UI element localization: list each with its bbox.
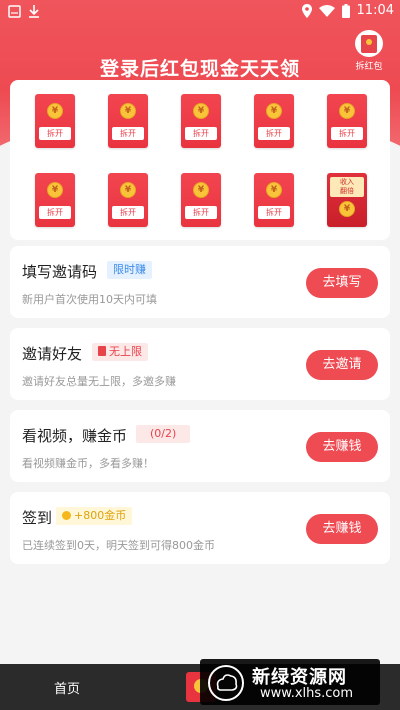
coin-icon: ¥ <box>120 182 136 198</box>
task-badge-label: 无上限 <box>109 345 142 358</box>
red-packet[interactable]: ¥ 拆开 <box>254 173 294 227</box>
page-title: 登录后红包现金天天领 <box>99 58 300 80</box>
packet-row-1: ¥ 拆开 ¥ 拆开 ¥ 拆开 ¥ 拆开 ¥ 拆开 <box>10 94 390 154</box>
open-red-packet-label: 拆红包 <box>355 62 383 72</box>
task-title: 填写邀请码 <box>22 263 98 281</box>
red-packet-double-income[interactable]: 收入 翻倍 ¥ <box>327 173 367 227</box>
task-description: 邀请好友总量无上限，多邀多赚 <box>22 375 176 388</box>
coin-icon: ¥ <box>339 201 355 217</box>
red-packet[interactable]: ¥ 拆开 <box>327 94 367 148</box>
location-icon <box>301 3 312 18</box>
task-progress-badge: (0/2) <box>136 425 191 443</box>
fill-invite-code-button[interactable]: 去填写 <box>306 268 378 298</box>
red-packet[interactable]: ¥ 拆开 <box>181 173 221 227</box>
packet-row-2: ¥ 拆开 ¥ 拆开 ¥ 拆开 ¥ 拆开 收入 翻倍 ¥ <box>10 173 390 233</box>
wifi-icon <box>318 4 335 17</box>
task-description: 已连续签到0天，明天签到可得800金币 <box>22 539 215 552</box>
open-label: 拆开 <box>258 127 290 140</box>
status-icons-right: 11:04 <box>301 3 394 18</box>
open-label: 拆开 <box>112 127 144 140</box>
task-description: 看视频赚金币，多看多赚！ <box>22 457 154 470</box>
open-label: 拆开 <box>39 206 71 219</box>
watermark-logo <box>208 665 244 701</box>
open-label: 拆开 <box>331 127 363 140</box>
red-packet[interactable]: ¥ 拆开 <box>181 94 221 148</box>
task-card-invite-code: 填写邀请码 限时赚 新用户首次使用10天内可填 去填写 <box>10 246 390 318</box>
task-title: 邀请好友 <box>22 345 83 363</box>
watch-video-button[interactable]: 去赚钱 <box>306 432 378 462</box>
open-label: 拆开 <box>39 127 71 140</box>
gold-coin-icon <box>62 511 71 520</box>
task-title: 看视频，赚金币 <box>22 427 128 445</box>
double-income-tag: 收入 翻倍 <box>330 177 364 197</box>
coin-icon: ¥ <box>266 182 282 198</box>
coin-icon: ¥ <box>193 103 209 119</box>
task-badge: 无上限 <box>92 343 148 361</box>
task-badge-label: +800金币 <box>74 509 127 522</box>
notification-icons <box>8 5 39 18</box>
open-label: 拆开 <box>258 206 290 219</box>
watermark: 新绿资源网 www.xlhs.com <box>200 659 380 705</box>
red-packet-grid: ¥ 拆开 ¥ 拆开 ¥ 拆开 ¥ 拆开 ¥ 拆开 ¥ 拆开 ¥ 拆开 ¥ 拆开 … <box>10 80 390 240</box>
battery-icon <box>341 3 350 18</box>
coin-icon: ¥ <box>266 103 282 119</box>
coin-icon: ¥ <box>47 182 63 198</box>
watermark-url: www.xlhs.com <box>260 686 354 701</box>
red-packet[interactable]: ¥ 拆开 <box>35 94 75 148</box>
open-label: 拆开 <box>185 127 217 140</box>
checkin-button[interactable]: 去赚钱 <box>306 514 378 544</box>
status-time: 11:04 <box>356 3 394 18</box>
task-description: 新用户首次使用10天内可填 <box>22 293 157 306</box>
red-envelope-icon <box>355 30 383 57</box>
red-packet[interactable]: ¥ 拆开 <box>35 173 75 227</box>
status-icons-left <box>8 4 42 24</box>
task-card-checkin: 签到 +800金币 已连续签到0天，明天签到可得800金币 去赚钱 <box>10 492 390 564</box>
task-card-invite-friends: 邀请好友 无上限 邀请好友总量无上限，多邀多赚 去邀请 <box>10 328 390 400</box>
task-title: 签到 <box>22 509 53 527</box>
open-label: 拆开 <box>112 206 144 219</box>
coin-icon: ¥ <box>120 103 136 119</box>
coin-icon: ¥ <box>193 182 209 198</box>
red-packet[interactable]: ¥ 拆开 <box>254 94 294 148</box>
task-card-watch-video: 看视频，赚金币 (0/2) 看视频赚金币，多看多赚！ 去赚钱 <box>10 410 390 482</box>
coin-icon: ¥ <box>339 103 355 119</box>
task-badge: 限时赚 <box>107 261 152 279</box>
coin-icon: ¥ <box>47 103 63 119</box>
red-envelope-icon <box>98 346 106 356</box>
red-packet[interactable]: ¥ 拆开 <box>108 173 148 227</box>
status-bar: 11:04 <box>0 0 400 24</box>
invite-friends-button[interactable]: 去邀请 <box>306 350 378 380</box>
nav-home[interactable]: 首页 <box>54 678 80 697</box>
open-red-packet-button[interactable]: 拆红包 <box>352 30 386 72</box>
red-packet[interactable]: ¥ 拆开 <box>108 94 148 148</box>
task-badge: +800金币 <box>56 507 133 525</box>
open-label: 拆开 <box>185 206 217 219</box>
